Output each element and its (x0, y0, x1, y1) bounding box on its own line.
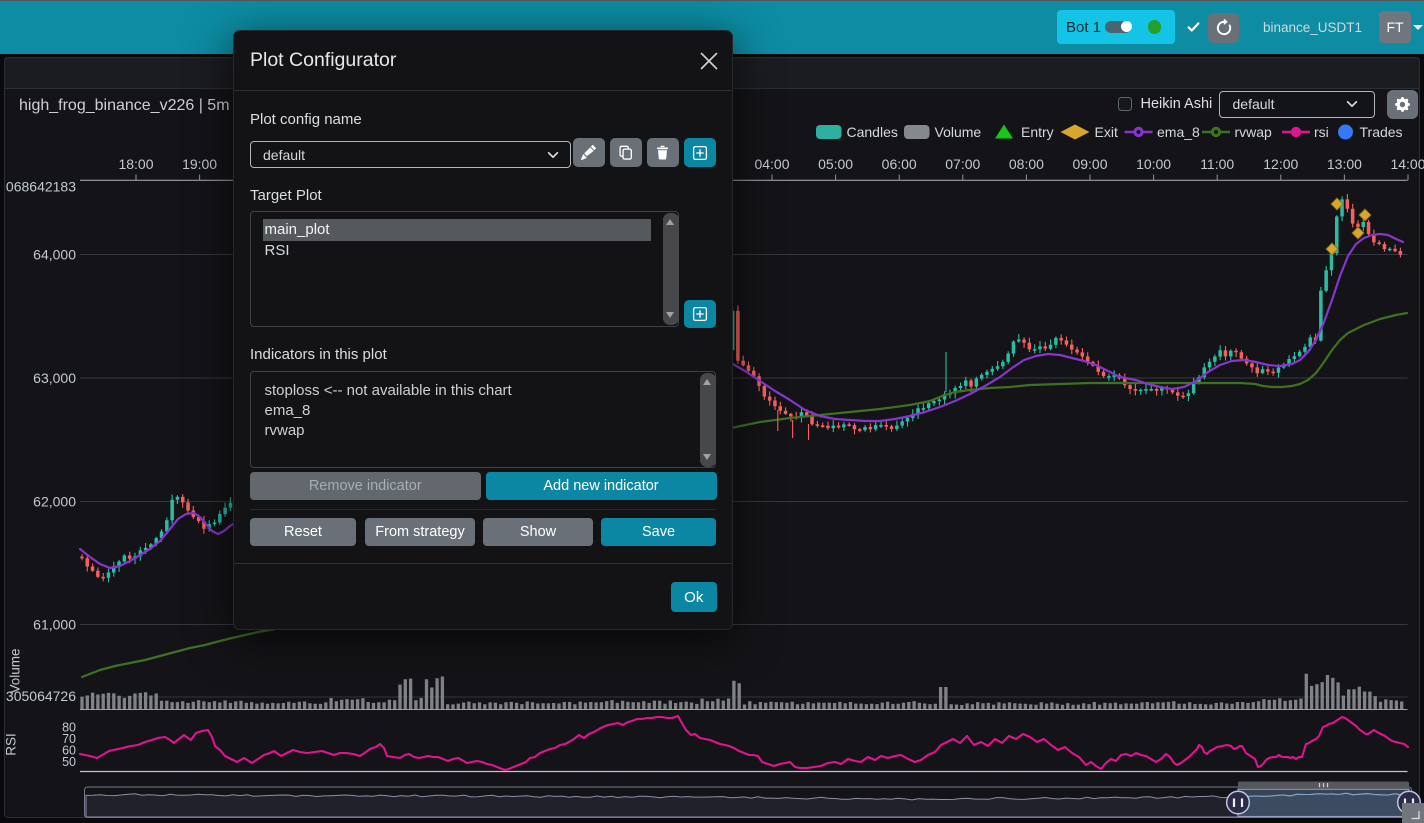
svg-text:Volume: Volume (8, 648, 23, 693)
svg-text:62,000: 62,000 (33, 494, 76, 510)
svg-text:12:00: 12:00 (1263, 156, 1298, 172)
svg-text:11:00: 11:00 (1200, 156, 1234, 172)
svg-text:05:00: 05:00 (818, 156, 853, 172)
svg-text:64,000: 64,000 (33, 247, 76, 263)
svg-text:04:00: 04:00 (754, 156, 789, 172)
svg-text:Entry: Entry (1021, 124, 1054, 140)
svg-text:07:00: 07:00 (945, 156, 980, 172)
svg-text:RSI: RSI (4, 733, 19, 756)
svg-text:068642183: 068642183 (6, 179, 76, 195)
svg-text:Candles: Candles (847, 124, 898, 140)
svg-text:18:00: 18:00 (118, 156, 153, 172)
svg-text:06:00: 06:00 (882, 156, 917, 172)
svg-text:08:00: 08:00 (1009, 156, 1044, 172)
svg-text:10:00: 10:00 (1136, 156, 1171, 172)
svg-text:Exit: Exit (1095, 124, 1118, 140)
svg-text:ema_8: ema_8 (1157, 124, 1200, 140)
svg-text:09:00: 09:00 (1072, 156, 1107, 172)
svg-text:61,000: 61,000 (33, 617, 76, 633)
svg-text:50: 50 (62, 755, 76, 769)
svg-text:rvwap: rvwap (1235, 124, 1273, 140)
svg-text:13:00: 13:00 (1327, 156, 1362, 172)
svg-text:63,000: 63,000 (33, 370, 76, 386)
svg-text:19:00: 19:00 (182, 156, 217, 172)
svg-text:14:00: 14:00 (1390, 156, 1424, 172)
svg-text:high_frog_binance_v226 | 5m: high_frog_binance_v226 | 5m (19, 97, 230, 114)
svg-text:Volume: Volume (935, 124, 982, 140)
svg-text:Trades: Trades (1360, 124, 1403, 140)
svg-text:rsi: rsi (1314, 124, 1329, 140)
